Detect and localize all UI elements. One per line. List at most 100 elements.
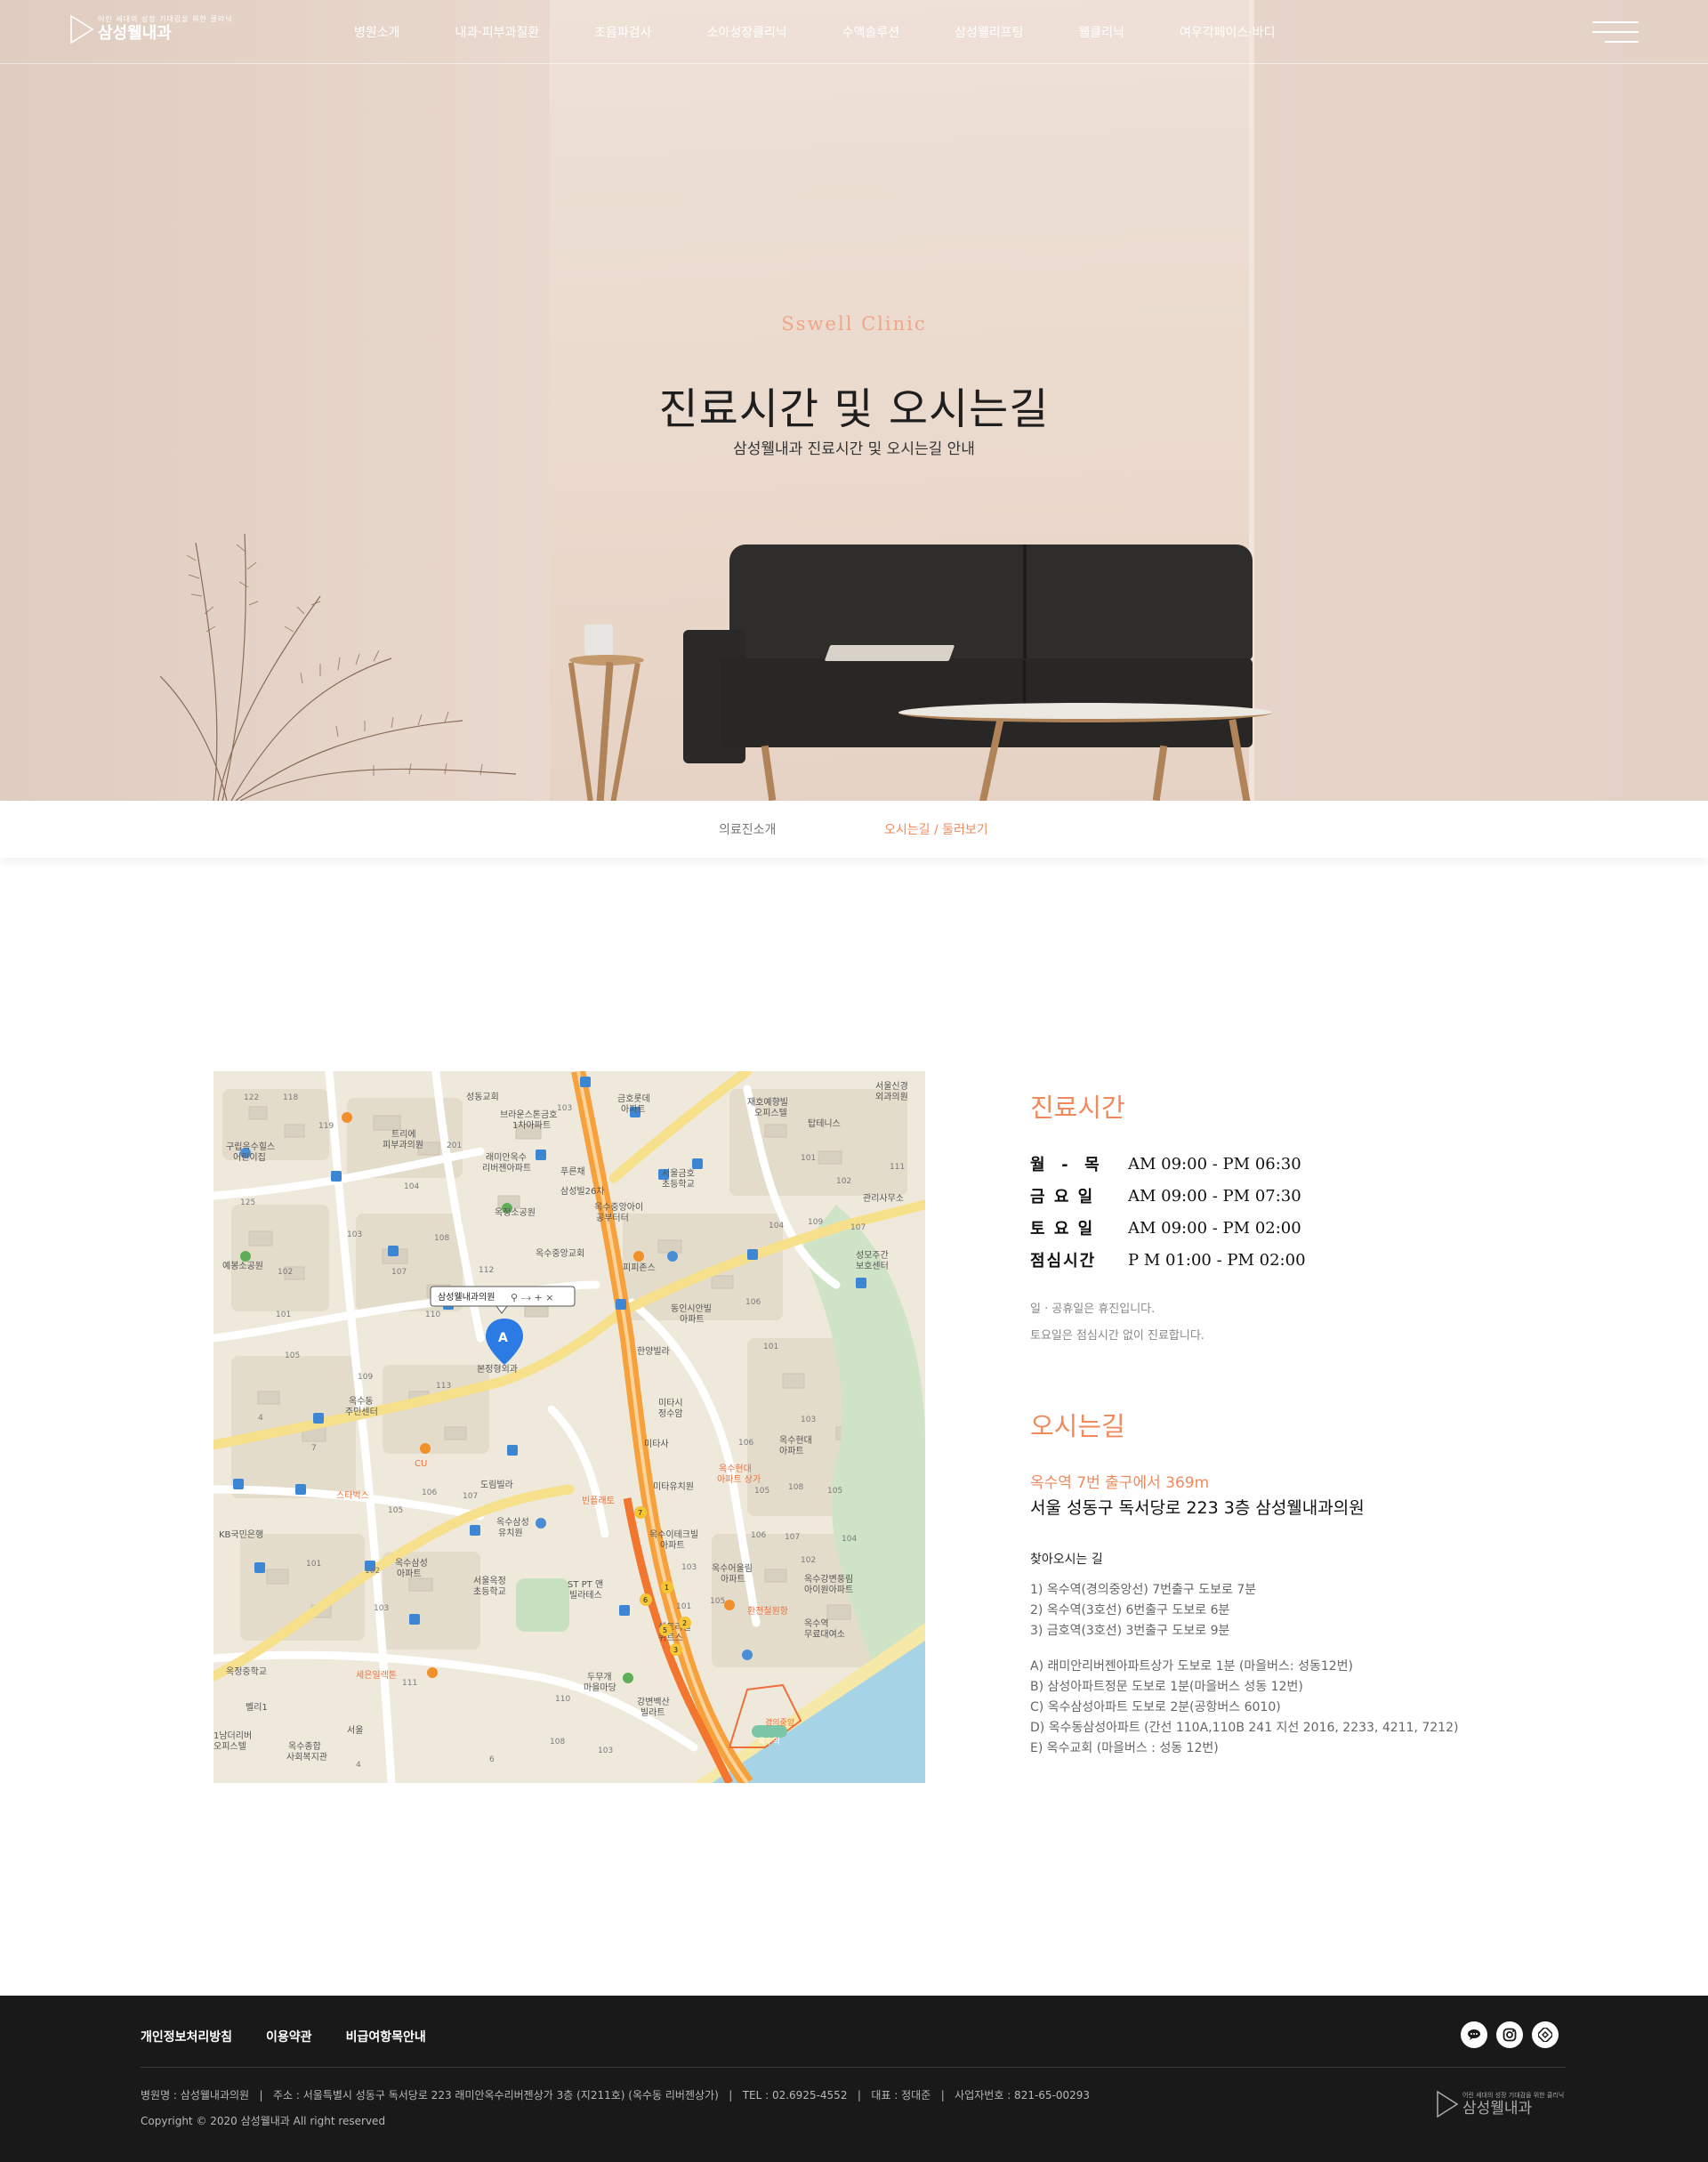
svg-text:경의중앙: 경의중앙 bbox=[765, 1717, 794, 1728]
instagram-icon[interactable] bbox=[1496, 2021, 1523, 2048]
main-nav: 병원소개 내과·피부과질환 초음파검사 소아성장클리닉 수액솔루션 삼성웰리프팅… bbox=[354, 0, 1330, 64]
svg-text:옥수어울림: 옥수어울림 bbox=[712, 1563, 753, 1574]
svg-text:107: 107 bbox=[391, 1268, 407, 1277]
hero-banner: 어린 세대의 성장 기대감을 위한 클리닉 삼성웰내과 병원소개 내과·피부과질… bbox=[0, 0, 1708, 801]
svg-text:아파트: 아파트 bbox=[680, 1314, 705, 1325]
svg-text:예봉소공원: 예봉소공원 bbox=[222, 1261, 263, 1271]
svg-text:서울: 서울 bbox=[347, 1725, 363, 1736]
nav-lifting[interactable]: 삼성웰리프팅 bbox=[955, 23, 1023, 41]
svg-text:108: 108 bbox=[788, 1483, 803, 1492]
svg-text:피피존스: 피피존스 bbox=[623, 1263, 656, 1273]
svg-text:A: A bbox=[498, 1331, 508, 1345]
svg-text:금호롯데: 금호롯데 bbox=[617, 1093, 650, 1104]
svg-text:122: 122 bbox=[244, 1093, 259, 1102]
svg-text:110: 110 bbox=[555, 1695, 570, 1704]
svg-text:7: 7 bbox=[311, 1444, 317, 1453]
svg-text:옥수삼성: 옥수삼성 bbox=[395, 1558, 428, 1569]
hours-row: 금 요 일 AM 09:00 - PM 07:30 bbox=[1030, 1180, 1306, 1212]
route-item: 1) 옥수역(경의중앙선) 7번출구 도보로 7분 bbox=[1030, 1583, 1257, 1597]
blog-icon[interactable] bbox=[1532, 2021, 1559, 2048]
svg-text:벨리1: 벨리1 bbox=[246, 1702, 268, 1713]
route-item: B) 삼성아파트정문 도보로 1분(마을버스 성동 12번) bbox=[1030, 1680, 1303, 1694]
svg-text:미타시: 미타시 bbox=[658, 1398, 683, 1408]
svg-text:107: 107 bbox=[785, 1533, 800, 1542]
footer-privacy-link[interactable]: 개인정보처리방침 bbox=[141, 2028, 232, 2045]
svg-text:사회복지관: 사회복지관 bbox=[286, 1752, 327, 1763]
footer-fees-link[interactable]: 비급여항목안내 bbox=[346, 2028, 426, 2045]
nav-growth-clinic[interactable]: 소아성장클리닉 bbox=[707, 23, 787, 41]
svg-text:105: 105 bbox=[754, 1487, 769, 1496]
svg-text:102: 102 bbox=[836, 1177, 851, 1186]
svg-text:탑테니스: 탑테니스 bbox=[808, 1118, 841, 1129]
svg-text:옥수역: 옥수역 bbox=[804, 1618, 829, 1629]
svg-text:주민센터: 주민센터 bbox=[345, 1407, 378, 1417]
svg-text:125: 125 bbox=[240, 1198, 255, 1207]
svg-text:피부과의원: 피부과의원 bbox=[383, 1140, 423, 1150]
svg-text:옥수중앙아이: 옥수중앙아이 bbox=[594, 1202, 643, 1213]
svg-text:105: 105 bbox=[285, 1351, 300, 1360]
svg-text:⚲ ⤍ + ×: ⚲ ⤍ + × bbox=[511, 1292, 553, 1303]
svg-text:106: 106 bbox=[738, 1439, 753, 1448]
site-logo[interactable]: 어린 세대의 성장 기대감을 위한 클리닉 삼성웰내과 bbox=[69, 14, 232, 44]
svg-text:동인시안빌: 동인시안빌 bbox=[671, 1303, 712, 1314]
hours-time: AM 09:00 - PM 06:30 bbox=[1128, 1154, 1301, 1174]
svg-text:1차아파트: 1차아파트 bbox=[512, 1120, 551, 1131]
nav-internal-derm[interactable]: 내과·피부과질환 bbox=[455, 23, 540, 41]
svg-text:아이원아파트: 아이원아파트 bbox=[804, 1585, 853, 1595]
svg-text:7: 7 bbox=[638, 1509, 642, 1517]
nav-about[interactable]: 병원소개 bbox=[354, 23, 400, 41]
svg-text:환전철원항: 환전철원항 bbox=[747, 1606, 788, 1617]
svg-text:마을마당: 마을마당 bbox=[584, 1682, 616, 1693]
subnav-directions[interactable]: 오시는길 / 둘러보기 bbox=[884, 820, 988, 838]
svg-text:104: 104 bbox=[769, 1222, 784, 1230]
chat-icon[interactable] bbox=[1461, 2021, 1487, 2048]
svg-text:106: 106 bbox=[751, 1531, 766, 1540]
svg-text:오피스텔: 오피스텔 bbox=[754, 1108, 787, 1118]
svg-text:104: 104 bbox=[842, 1535, 857, 1544]
svg-text:103: 103 bbox=[801, 1416, 816, 1424]
coffee-table bbox=[898, 703, 1272, 722]
svg-text:트리에: 트리에 bbox=[391, 1129, 416, 1140]
hours-day: 월 - 목 bbox=[1030, 1156, 1101, 1174]
svg-text:KB국민은행: KB국민은행 bbox=[219, 1529, 263, 1540]
svg-text:성모주간: 성모주간 bbox=[856, 1250, 889, 1261]
nav-face-body[interactable]: 여우각페이스·바디 bbox=[1180, 23, 1276, 41]
svg-text:래미안옥수: 래미안옥수 bbox=[486, 1152, 527, 1163]
svg-text:서울금호: 서울금호 bbox=[662, 1168, 695, 1179]
subnav-doctors[interactable]: 의료진소개 bbox=[719, 820, 776, 838]
footer-terms-link[interactable]: 이용약관 bbox=[266, 2028, 312, 2045]
sub-navigation: 의료진소개 오시는길 / 둘러보기 bbox=[0, 801, 1708, 858]
svg-text:정수암: 정수암 bbox=[658, 1408, 683, 1419]
svg-text:104: 104 bbox=[404, 1182, 419, 1191]
map-label: 성동교회 bbox=[466, 1092, 499, 1102]
sofa-seam bbox=[1023, 545, 1027, 660]
svg-text:도림빌라: 도림빌라 bbox=[480, 1480, 513, 1490]
svg-text:삼성웰내과의원: 삼성웰내과의원 bbox=[438, 1292, 495, 1303]
nav-well-clinic[interactable]: 웰클리닉 bbox=[1078, 23, 1124, 41]
footer-copyright: Copyright © 2020 삼성웰내과 All right reserve… bbox=[141, 2115, 386, 2127]
open-book bbox=[824, 645, 955, 661]
route-item: C) 옥수삼성아파트 도보로 2분(공항버스 6010) bbox=[1030, 1700, 1281, 1714]
svg-text:3: 3 bbox=[673, 1646, 678, 1654]
svg-text:110: 110 bbox=[425, 1311, 440, 1319]
hours-row: 점심시간 P M 01:00 - PM 02:00 bbox=[1030, 1244, 1306, 1276]
hours-day: 토 요 일 bbox=[1030, 1220, 1095, 1238]
nav-ultrasound[interactable]: 초음파검사 bbox=[594, 23, 651, 41]
svg-text:6: 6 bbox=[489, 1755, 495, 1764]
footer-logo-tagline: 어린 세대의 성장 기대감을 위한 클리닉 bbox=[1462, 2091, 1565, 2099]
svg-text:스타벅스: 스타벅스 bbox=[336, 1490, 369, 1501]
hero-subtitle-en: Sswell Clinic bbox=[781, 313, 927, 335]
svg-text:구립옥수힐스: 구립옥수힐스 bbox=[226, 1141, 275, 1152]
svg-text:111: 111 bbox=[890, 1163, 905, 1172]
sns-links bbox=[1452, 2021, 1559, 2048]
hours-note: 토요일은 점심시간 없이 진료합니다. bbox=[1030, 1329, 1204, 1343]
svg-text:아파트: 아파트 bbox=[621, 1104, 646, 1115]
svg-text:강변백산: 강변백산 bbox=[637, 1697, 670, 1707]
footer-links: 개인정보처리방침 이용약관 비급여항목안내 bbox=[141, 2028, 460, 2045]
location-map[interactable]: 성동교회 브라운스톤금호 1차아파트 재호예향빌 오피스텔 서울신경 외과의원 트리에… bbox=[214, 1071, 925, 1783]
dried-grass-plant bbox=[160, 533, 517, 801]
hamburger-menu-icon[interactable] bbox=[1592, 20, 1639, 44]
footer-logo[interactable]: 어린 세대의 성장 기대감을 위한 클리닉 삼성웰내과 bbox=[1436, 2090, 1564, 2118]
nav-iv-solution[interactable]: 수액솔루션 bbox=[842, 23, 899, 41]
page-title: 진료시간 및 오시는길 bbox=[658, 384, 1050, 435]
